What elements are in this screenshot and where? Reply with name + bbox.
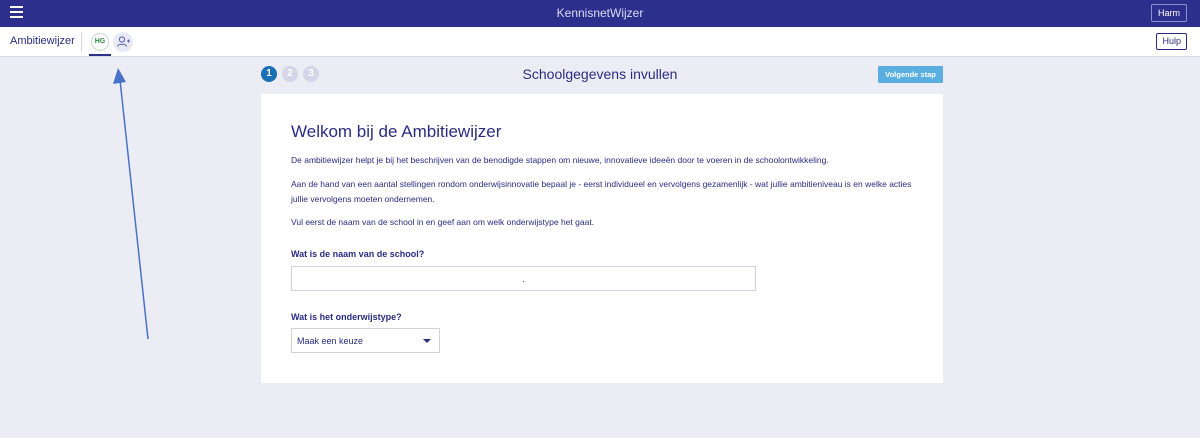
add-user-button[interactable]: [113, 32, 133, 52]
education-type-select[interactable]: Maak een keuze: [291, 328, 440, 353]
sub-bar: Ambitiewijzer HG Hulp: [0, 27, 1200, 57]
top-bar: KennisnetWijzer Harm: [0, 0, 1200, 27]
next-step-button[interactable]: Volgende stap: [878, 66, 943, 83]
add-user-icon: [117, 36, 130, 47]
active-user-indicator: [89, 54, 111, 56]
education-type-label: Wat is het onderwijstype?: [291, 312, 402, 322]
caret-down-icon: [423, 339, 431, 343]
card-title: Welkom bij de Ambitiewijzer: [291, 122, 502, 141]
school-name-input[interactable]: [291, 266, 756, 291]
divider: [81, 32, 82, 52]
page-title: Schoolgegevens invullen: [522, 66, 678, 82]
intro-paragraph-3: Vul eerst de naam van de school in en ge…: [291, 217, 595, 227]
welcome-card: Welkom bij de Ambitiewijzer De ambitiewi…: [261, 94, 943, 383]
help-button[interactable]: Hulp: [1156, 33, 1187, 50]
user-menu-button[interactable]: Harm: [1151, 4, 1187, 22]
intro-paragraph-2: Aan de hand van een aantal stellingen ro…: [291, 179, 912, 204]
tool-name[interactable]: Ambitiewijzer: [10, 35, 75, 47]
user-avatar[interactable]: HG: [91, 33, 109, 51]
select-value: Maak een keuze: [297, 336, 364, 346]
app-title: KennisnetWijzer: [556, 6, 644, 20]
intro-paragraph-1: De ambitiewijzer helpt je bij het beschr…: [291, 155, 829, 165]
school-name-label: Wat is de naam van de school?: [291, 249, 425, 259]
